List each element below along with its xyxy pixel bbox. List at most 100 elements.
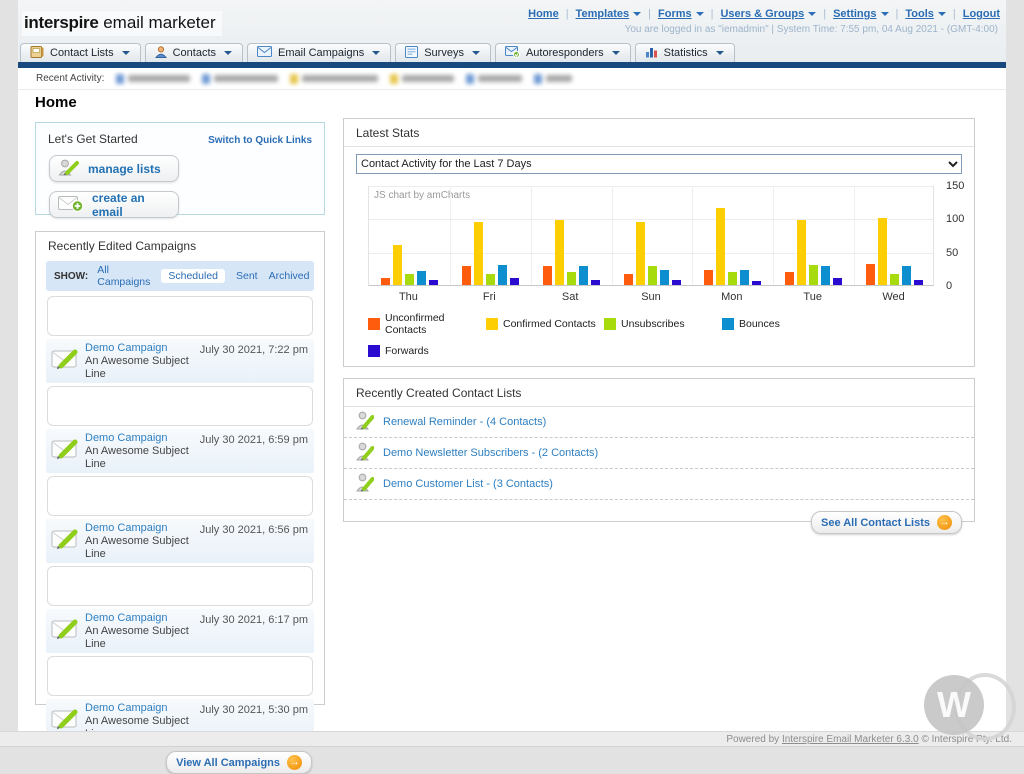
bar-mon-confirmed-contacts	[716, 208, 725, 285]
tab-label: Surveys	[424, 47, 464, 59]
bar-tue-unconfirmed-contacts	[785, 272, 794, 285]
x-axis-label-mon: Mon	[691, 291, 772, 303]
recent-activity-item-redacted[interactable]	[534, 74, 572, 84]
recent-activity-item-redacted[interactable]	[466, 74, 522, 84]
recent-activity-bar: Recent Activity:	[18, 68, 1006, 90]
recent-activity-item-redacted[interactable]	[116, 74, 190, 84]
legend-label: Confirmed Contacts	[503, 318, 596, 330]
filter-scheduled[interactable]: Scheduled	[161, 269, 225, 283]
toplink-home[interactable]: Home	[528, 8, 559, 20]
bar-tue-forwards	[833, 278, 842, 285]
bar-sun-unconfirmed-contacts	[624, 274, 633, 285]
gridline-x	[531, 186, 532, 285]
recent-activity-item-icon	[390, 74, 398, 84]
gridline-x	[612, 186, 613, 285]
contact-list-link-demo-newsletter-subscribers[interactable]: Demo Newsletter Subscribers - (2 Contact…	[383, 447, 598, 459]
person-pencil-icon	[356, 442, 374, 464]
bar-wed-bounces	[902, 266, 911, 285]
gridline-y-100	[369, 219, 933, 220]
chevron-down-icon	[372, 51, 380, 55]
tab-autoresponders[interactable]: Autoresponders	[495, 43, 631, 62]
y-axis-label-50: 50	[946, 247, 958, 259]
legend-label: Unconfirmed Contacts	[385, 312, 486, 336]
stats-panel-title: Latest Stats	[344, 119, 974, 147]
filter-archived[interactable]: Archived	[269, 270, 310, 282]
recent-activity-item-icon	[290, 74, 298, 84]
chevron-down-icon	[696, 12, 704, 16]
toplink-settings[interactable]: Settings	[833, 8, 888, 20]
tab-statistics[interactable]: Statistics	[635, 43, 735, 62]
recent-activity-item-redacted[interactable]	[202, 74, 278, 84]
legend-swatch	[486, 318, 498, 330]
empty-campaign-slot	[47, 296, 313, 336]
get-started-panel: Let's Get Started Switch to Quick Links …	[35, 122, 325, 215]
campaign-date: July 30 2021, 6:56 pm	[200, 524, 308, 536]
tab-contacts[interactable]: Contacts	[145, 43, 243, 62]
see-all-contact-lists-button[interactable]: See All Contact Lists →	[811, 511, 962, 534]
interspire-version-link[interactable]: Interspire Email Marketer 6.3.0	[782, 734, 919, 745]
page-container: interspire email marketer Home | Templates…	[18, 0, 1006, 731]
empty-campaign-slot	[47, 476, 313, 516]
legend-label: Forwards	[385, 345, 429, 357]
switch-to-quick-links-link[interactable]: Switch to Quick Links	[208, 135, 312, 146]
toplink-users-groups[interactable]: Users & Groups	[720, 8, 816, 20]
campaign-info: Demo CampaignAn Awesome Subject Line	[85, 612, 200, 651]
x-axis-label-fri: Fri	[449, 291, 530, 303]
bar-sun-unsubscribes	[648, 266, 657, 285]
recent-activity-item-redacted[interactable]	[390, 74, 454, 84]
bar-thu-bounces	[417, 271, 426, 285]
toplink-forms[interactable]: Forms	[658, 8, 704, 20]
manage-lists-icon	[58, 159, 80, 179]
manage-lists-button[interactable]: manage lists	[49, 155, 179, 182]
legend-label: Bounces	[739, 318, 780, 330]
bar-wed-unconfirmed-contacts	[866, 264, 875, 285]
campaign-info: Demo CampaignAn Awesome Subject Line	[85, 432, 200, 471]
filter-all-campaigns[interactable]: All Campaigns	[97, 264, 150, 288]
recent-activity-item-text-redacted	[302, 75, 378, 82]
recent-activity-item-redacted[interactable]	[290, 74, 378, 84]
contact-list-item: Demo Customer List - (3 Contacts)	[344, 469, 974, 500]
view-all-campaigns-label: View All Campaigns	[176, 757, 280, 769]
stats-period-select[interactable]: Contact Activity for the Last 7 Days	[356, 154, 962, 174]
page-title: Home	[35, 94, 77, 111]
recent-activity-item-text-redacted	[214, 75, 278, 82]
tab-label: Autoresponders	[526, 47, 604, 59]
autoresponder-icon	[505, 46, 520, 61]
campaign-envelope-icon	[51, 528, 79, 555]
contact-lists-items: Renewal Reminder - (4 Contacts) Demo News…	[344, 407, 974, 500]
legend-item-confirmed-contacts: Confirmed Contacts	[486, 312, 604, 336]
campaign-name-link[interactable]: Demo Campaign	[85, 612, 200, 625]
statistics-icon	[645, 46, 658, 61]
y-axis-label-150: 150	[946, 180, 964, 192]
create-email-button[interactable]: create an email	[49, 191, 179, 218]
campaign-name-link[interactable]: Demo Campaign	[85, 342, 200, 355]
campaign-name-link[interactable]: Demo Campaign	[85, 432, 200, 445]
tab-surveys[interactable]: Surveys	[395, 43, 491, 62]
bar-fri-unconfirmed-contacts	[462, 266, 471, 285]
create-email-icon	[58, 195, 84, 215]
view-all-campaigns-button[interactable]: View All Campaigns →	[166, 751, 312, 774]
filter-sent[interactable]: Sent	[236, 270, 258, 282]
login-status: You are logged in as "iemadmin" | System…	[625, 24, 998, 35]
campaign-subject: An Awesome Subject Line	[85, 445, 200, 471]
campaign-row: Demo CampaignAn Awesome Subject LineJuly…	[46, 339, 314, 383]
campaign-name-link[interactable]: Demo Campaign	[85, 702, 200, 715]
contact-list-link-renewal-reminder[interactable]: Renewal Reminder - (4 Contacts)	[383, 416, 546, 428]
bar-thu-unsubscribes	[405, 274, 414, 285]
bar-mon-unconfirmed-contacts	[704, 270, 713, 285]
bar-tue-bounces	[821, 266, 830, 285]
campaign-name-link[interactable]: Demo Campaign	[85, 522, 200, 535]
footer-bar: Powered by Interspire Email Marketer 6.3…	[0, 731, 1024, 747]
tab-email-campaigns[interactable]: Email Campaigns	[247, 43, 391, 62]
app-logo: interspire email marketer	[22, 11, 222, 36]
toplink-separator: |	[566, 8, 569, 20]
create-email-label: create an email	[92, 191, 170, 219]
contact-list-link-demo-customer-list[interactable]: Demo Customer List - (3 Contacts)	[383, 478, 553, 490]
toplink-templates[interactable]: Templates	[576, 8, 642, 20]
arrow-right-icon: →	[937, 515, 952, 530]
x-axis-label-wed: Wed	[853, 291, 934, 303]
toplink-tools[interactable]: Tools	[905, 8, 946, 20]
tab-contact-lists[interactable]: Contact Lists	[20, 43, 141, 62]
chevron-down-icon	[472, 51, 480, 55]
toplink-logout[interactable]: Logout	[963, 8, 1000, 20]
